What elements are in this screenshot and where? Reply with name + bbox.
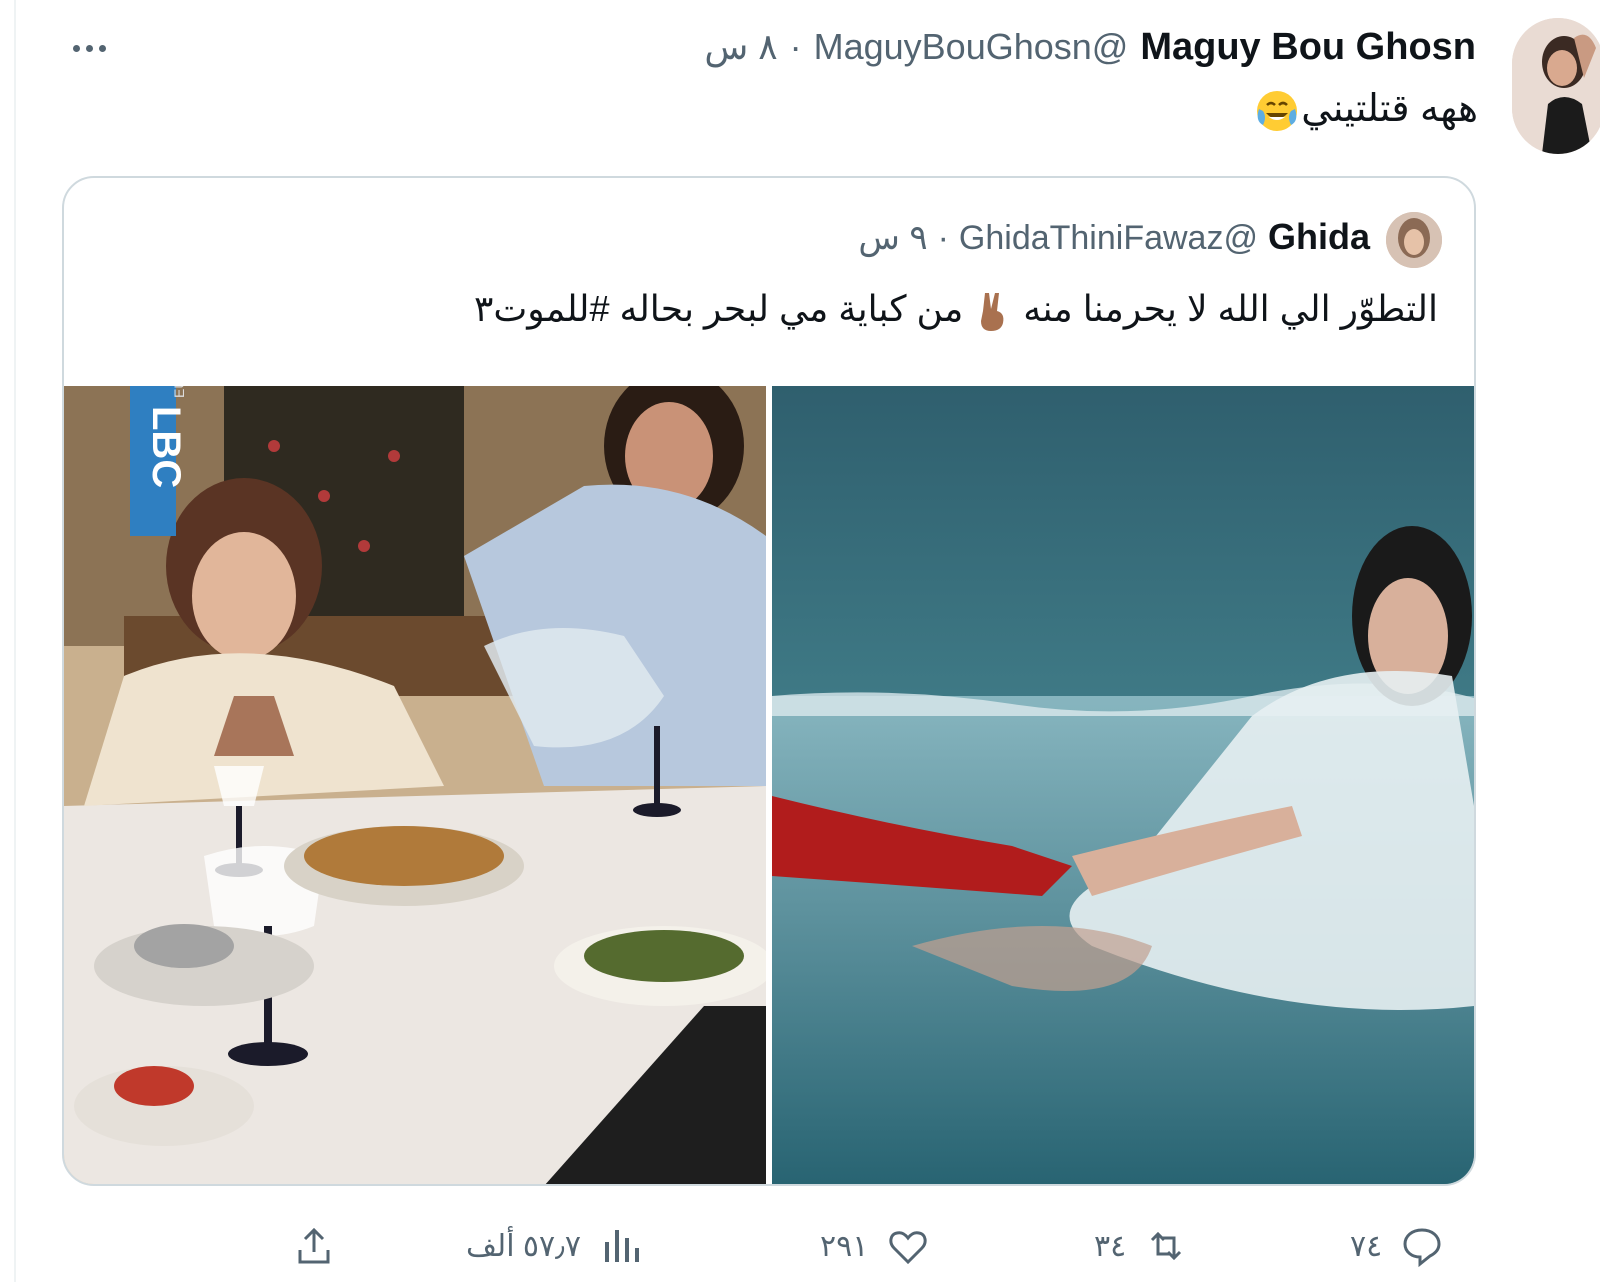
quoted-tweet-card[interactable]: Ghida @GhidaThiniFawaz · ٩ س التطوّر الي… bbox=[62, 176, 1476, 1186]
lbc-watermark-text: LBC bbox=[144, 406, 188, 488]
tweet-header: Maguy Bou Ghosn @MaguyBouGhosn · ٨ س bbox=[704, 26, 1476, 74]
share-icon[interactable] bbox=[292, 1224, 336, 1268]
author-avatar[interactable] bbox=[1512, 18, 1600, 154]
media-image-dinner[interactable]: LBC EUROPE bbox=[64, 386, 766, 1184]
tweet-action-bar: ٧٤ ٣٤ ٢٩١ ٥٧٫٧ ألف bbox=[0, 1216, 1600, 1276]
reply-count: ٧٤ bbox=[1350, 1229, 1383, 1263]
retweet-icon[interactable] bbox=[1144, 1224, 1188, 1268]
share-action[interactable] bbox=[292, 1216, 336, 1276]
quoted-tweet-timestamp[interactable]: ٩ س bbox=[858, 218, 927, 258]
quoted-tweet-header: Ghida @GhidaThiniFawaz · ٩ س bbox=[858, 216, 1370, 258]
heart-icon[interactable] bbox=[886, 1224, 930, 1268]
quoted-media-grid: LBC EUROPE bbox=[64, 386, 1474, 1184]
face-with-tears-of-joy-icon bbox=[1257, 90, 1298, 131]
tweet-timestamp[interactable]: ٨ س bbox=[704, 26, 777, 68]
quoted-author-avatar[interactable] bbox=[1386, 212, 1442, 268]
analytics-icon bbox=[604, 1230, 639, 1262]
lbc-watermark-subtext: EUROPE bbox=[171, 386, 187, 398]
tweet-text-content: ههه قتلتيني bbox=[1301, 88, 1478, 130]
reply-icon bbox=[1403, 1228, 1441, 1268]
views-count: ٥٧٫٧ ألف bbox=[466, 1229, 581, 1263]
reply-action[interactable]: ٧٤ bbox=[1350, 1216, 1444, 1276]
quoted-text-part1: التطوّر الي الله لا يحرمنا منه bbox=[1023, 288, 1438, 329]
more-dot-icon bbox=[85, 44, 93, 52]
quoted-text-part2: من كباية مي لبحر بحاله #للموت٣ bbox=[473, 288, 964, 329]
views-action[interactable]: ٥٧٫٧ ألف bbox=[466, 1216, 643, 1276]
more-dot-icon bbox=[72, 44, 80, 52]
retweet-count: ٣٤ bbox=[1094, 1229, 1127, 1263]
author-display-name[interactable]: Maguy Bou Ghosn bbox=[1140, 26, 1476, 69]
timeline-divider bbox=[14, 0, 16, 1282]
tweet-text: ههه قتلتيني bbox=[1249, 86, 1478, 135]
quoted-tweet-text: التطوّر الي الله لا يحرمنا منه من كباية … bbox=[474, 288, 1438, 333]
victory-hand-icon bbox=[981, 293, 1004, 332]
quoted-author-display-name[interactable]: Ghida bbox=[1268, 216, 1370, 258]
more-options-button[interactable] bbox=[64, 28, 114, 68]
header-separator: · bbox=[789, 26, 802, 67]
media-image-underwater[interactable] bbox=[772, 386, 1474, 1184]
quoted-author-handle[interactable]: @GhidaThiniFawaz bbox=[959, 219, 1258, 258]
more-dot-icon bbox=[98, 44, 106, 52]
like-action[interactable]: ٢٩١ bbox=[820, 1216, 930, 1276]
author-handle[interactable]: @MaguyBouGhosn bbox=[814, 26, 1129, 68]
quoted-header-separator: · bbox=[937, 219, 949, 257]
like-count: ٢٩١ bbox=[820, 1229, 869, 1263]
retweet-action[interactable]: ٣٤ bbox=[1094, 1216, 1188, 1276]
